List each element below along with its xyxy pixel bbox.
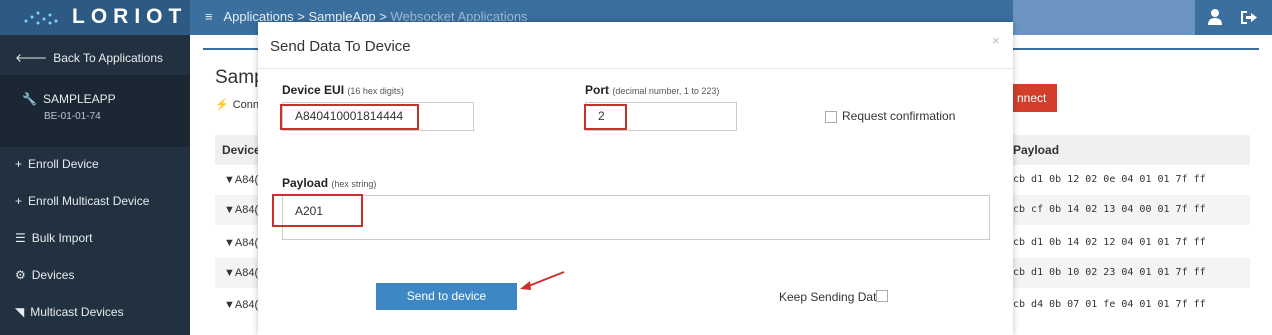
filter-icon: ▼ [224, 267, 235, 279]
logo[interactable]: LORIOT [0, 0, 190, 35]
plug-icon: ⚡ [215, 99, 229, 111]
sidebar: 🡐 Back To Applications 🔧 SAMPLEAPP BE-01… [0, 35, 190, 335]
send-to-device-button[interactable]: Send to device [376, 283, 517, 310]
app-id: BE-01-01-74 [44, 111, 101, 122]
modal-divider [258, 68, 1013, 69]
table-row-payload: cb d1 0b 14 02 12 04 01 01 7f ff [1013, 237, 1206, 248]
device-eui-hint: (16 hex digits) [347, 86, 404, 96]
payload-highlight [272, 194, 363, 227]
payload-label-text: Payload [282, 176, 329, 190]
app-name[interactable]: 🔧 SAMPLEAPP [22, 92, 116, 106]
keep-sending-checkbox[interactable] [876, 290, 888, 302]
disconnect-button[interactable]: nnect [1013, 84, 1057, 112]
arrow-left-icon: 🡐 [15, 51, 48, 65]
payload-textarea[interactable]: A201 [282, 195, 990, 240]
payload-hint: (hex string) [331, 179, 377, 189]
filter-icon: ▼ [224, 204, 235, 216]
sidebar-item-label: Enroll Device [28, 157, 99, 171]
table-header-device: Device [215, 135, 261, 165]
logo-text: LORIOT [72, 5, 188, 28]
plus-icon: + [15, 194, 23, 208]
sidebar-item-label: Enroll Multicast Device [28, 194, 150, 208]
app-name-label: SAMPLEAPP [42, 92, 116, 106]
request-confirmation-checkbox[interactable] [825, 111, 837, 123]
table-row-device[interactable]: ▼A84( [215, 258, 258, 288]
sidebar-item-label: Multicast Devices [30, 305, 124, 319]
device-eui-highlight [280, 104, 419, 130]
port-highlight [584, 104, 627, 130]
connection-label: Conn [232, 98, 259, 111]
table-row-device[interactable]: ▼A84( [215, 290, 258, 320]
device-cell: A84( [234, 204, 258, 216]
table-row-device[interactable]: ▼A84( [215, 195, 258, 225]
filter-icon: ▼ [224, 174, 235, 186]
device-cell: A84( [234, 299, 258, 311]
sidebar-item-label: Devices [31, 268, 75, 282]
device-cell: A84( [234, 267, 258, 279]
sidebar-item-multicast-devices[interactable]: ◥ Multicast Devices [15, 305, 124, 319]
back-to-applications-link[interactable]: 🡐 Back To Applications [15, 50, 164, 66]
device-cell: A84( [234, 237, 258, 249]
device-cell: A84( [234, 174, 258, 186]
filter-icon: ▼ [224, 237, 235, 249]
keep-sending-label: Keep Sending Data [779, 290, 884, 304]
wrench-icon: 🔧 [22, 92, 37, 106]
back-label: Back To Applications [53, 50, 164, 65]
close-icon[interactable]: × [992, 33, 1000, 48]
user-icon[interactable] [1206, 8, 1224, 26]
sidebar-item-devices[interactable]: ⚙ Devices [15, 268, 74, 282]
logo-dots-icon [24, 11, 58, 25]
port-label: Port (decimal number, 1 to 223) [585, 83, 719, 97]
table-row-payload: cb d1 0b 12 02 0e 04 01 01 7f ff [1013, 174, 1206, 185]
rss-icon: ◥ [15, 305, 25, 319]
plus-icon: + [15, 157, 23, 171]
annotation-arrow-icon [520, 271, 565, 290]
sidebar-item-enroll-device[interactable]: + Enroll Device [15, 157, 99, 171]
logout-icon[interactable] [1240, 9, 1258, 26]
port-hint: (decimal number, 1 to 223) [612, 86, 720, 96]
sidebar-item-bulk-import[interactable]: ☰ Bulk Import [15, 231, 92, 245]
filter-icon: ▼ [224, 299, 235, 311]
sidebar-item-label: Bulk Import [31, 231, 93, 245]
table-row-payload: cb cf 0b 14 02 13 04 00 01 7f ff [1013, 195, 1250, 225]
port-label-text: Port [585, 83, 609, 97]
table-row-device[interactable]: ▼A84( [215, 228, 258, 258]
table-row-device[interactable]: ▼A84( [215, 165, 258, 195]
devices-icon: ⚙ [15, 268, 26, 282]
menu-icon[interactable]: ≡ [205, 9, 213, 24]
device-eui-label-text: Device EUI [282, 83, 345, 97]
topbar-highlight [1013, 0, 1195, 35]
modal-title: Send Data To Device [270, 38, 411, 55]
table-header-payload: Payload [1013, 135, 1250, 165]
list-icon: ☰ [15, 231, 26, 245]
payload-label: Payload (hex string) [282, 176, 376, 190]
connection-status: ⚡ Conn [215, 98, 259, 112]
request-confirmation-label: Request confirmation [842, 109, 956, 123]
table-row-payload: cb d1 0b 10 02 23 04 01 01 7f ff [1013, 258, 1250, 288]
device-eui-label: Device EUI (16 hex digits) [282, 83, 404, 97]
table-row-payload: cb d4 0b 07 01 fe 04 01 01 7f ff [1013, 299, 1206, 310]
sidebar-item-enroll-multicast[interactable]: + Enroll Multicast Device [15, 194, 149, 208]
